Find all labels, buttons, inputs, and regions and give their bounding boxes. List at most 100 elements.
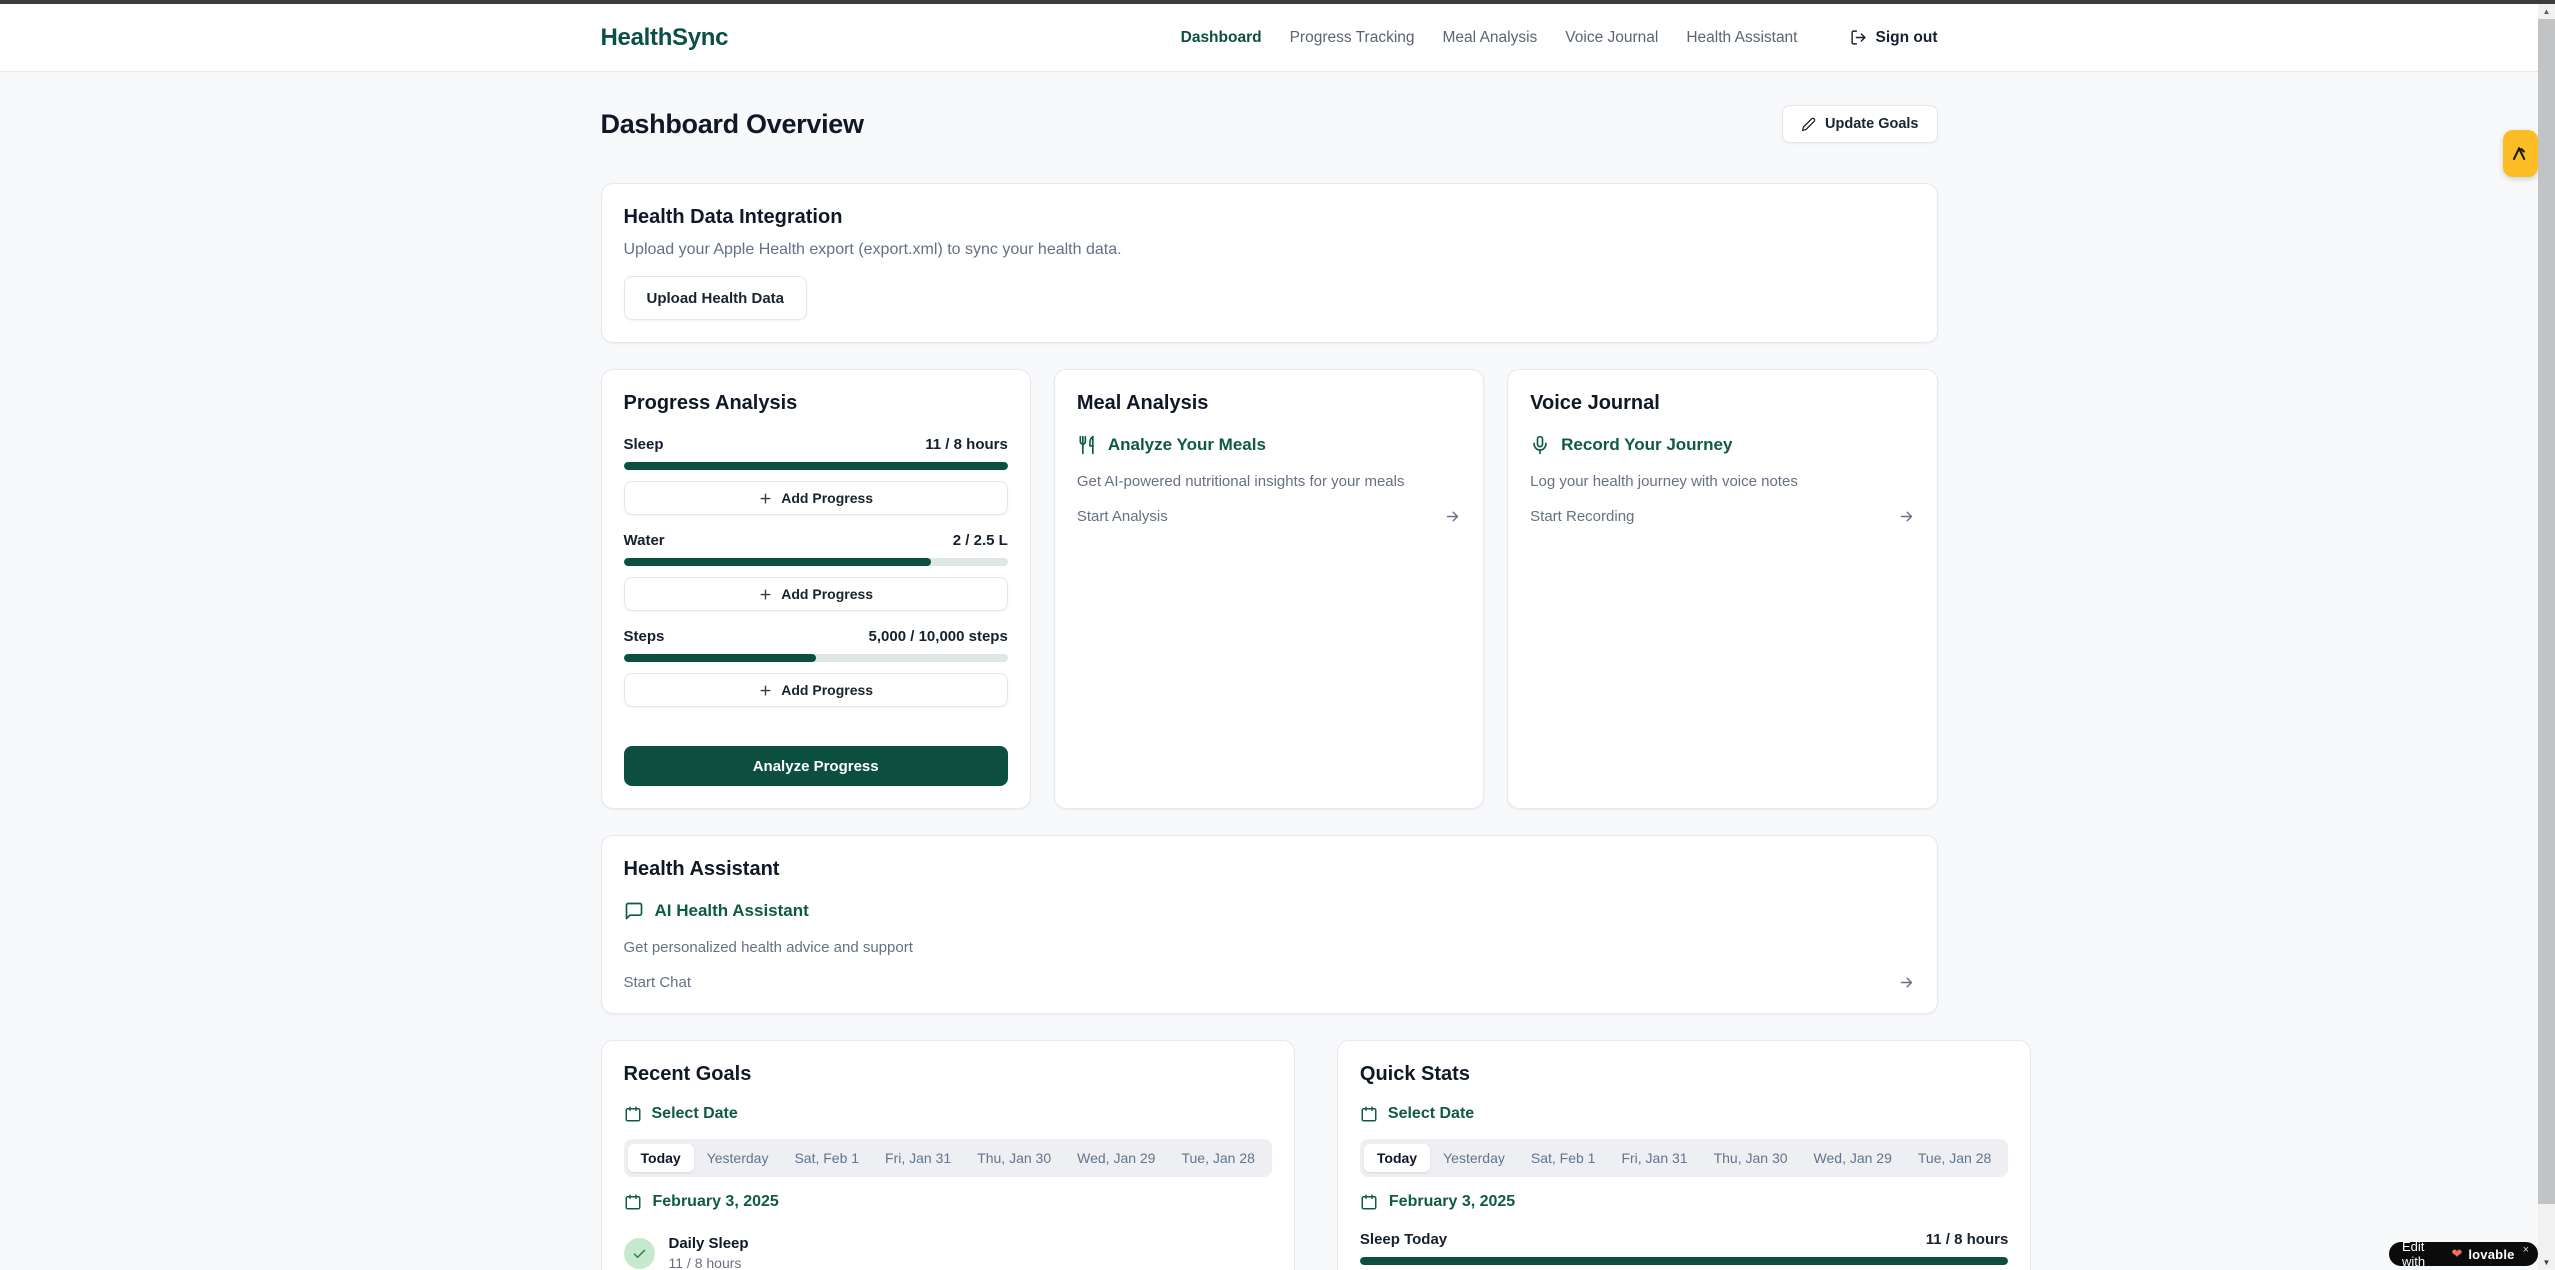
tab-yesterday[interactable]: Yesterday <box>694 1144 782 1172</box>
add-progress-steps-button[interactable]: Add Progress <box>624 673 1008 707</box>
nav-dashboard[interactable]: Dashboard <box>1181 29 1262 47</box>
tab-sat-feb-1[interactable]: Sat, Feb 1 <box>781 1144 872 1172</box>
integration-description: Upload your Apple Health export (export.… <box>624 241 1915 259</box>
progress-analysis-card: Progress Analysis Sleep 11 / 8 hours Add… <box>601 369 1031 809</box>
plus-icon <box>758 587 773 602</box>
metric-water: Water 2 / 2.5 L Add Progress <box>624 532 1008 611</box>
nav-meal-analysis[interactable]: Meal Analysis <box>1443 29 1538 47</box>
select-date-button[interactable]: Select Date <box>1360 1105 2008 1123</box>
calendar-icon <box>624 1193 642 1211</box>
tab-thu-jan-30[interactable]: Thu, Jan 30 <box>1701 1144 1801 1172</box>
add-progress-water-button[interactable]: Add Progress <box>624 577 1008 611</box>
meal-description: Get AI-powered nutritional insights for … <box>1077 473 1461 490</box>
lovable-fab-button[interactable] <box>2503 130 2538 177</box>
tab-tue-jan-28[interactable]: Tue, Jan 28 <box>1905 1144 2004 1172</box>
edit-with-lovable-badge[interactable]: Edit with ❤ lovable × <box>2389 1242 2538 1266</box>
plus-icon <box>758 683 773 698</box>
plus-icon <box>758 491 773 506</box>
progress-title: Progress Analysis <box>624 392 1008 415</box>
health-assistant-card: Health Assistant AI Health Assistant Get… <box>601 835 1938 1014</box>
main-content: Dashboard Overview Update Goals Health D… <box>601 72 1938 1270</box>
metric-sleep-today: Sleep Today 11 / 8 hours Add Progress <box>1360 1231 2008 1270</box>
add-progress-sleep-button[interactable]: Add Progress <box>624 481 1008 515</box>
calendar-icon <box>624 1105 642 1123</box>
voice-title: Voice Journal <box>1530 392 1914 415</box>
tab-fri-jan-31[interactable]: Fri, Jan 31 <box>1608 1144 1700 1172</box>
steps-progress-bar <box>624 654 1008 662</box>
check-circle-icon <box>624 1238 655 1269</box>
start-analysis-action[interactable]: Start Analysis <box>1077 508 1461 525</box>
sleep-progress-bar <box>624 462 1008 470</box>
selected-date[interactable]: February 3, 2025 <box>624 1193 1272 1211</box>
health-data-integration-card: Health Data Integration Upload your Appl… <box>601 183 1938 343</box>
start-recording-action[interactable]: Start Recording <box>1530 508 1914 525</box>
analyze-progress-button[interactable]: Analyze Progress <box>624 746 1008 786</box>
date-tabs: Today Yesterday Sat, Feb 1 Fri, Jan 31 T… <box>624 1139 1272 1177</box>
ai-health-assistant-link[interactable]: AI Health Assistant <box>624 901 1915 921</box>
heart-icon: ❤ <box>2451 1246 2462 1262</box>
sleep-today-progress-bar <box>1360 1257 2008 1265</box>
upload-health-data-button[interactable]: Upload Health Data <box>624 276 808 320</box>
start-chat-action[interactable]: Start Chat <box>624 974 1915 991</box>
metric-steps-value: 5,000 / 10,000 steps <box>869 628 1008 645</box>
tab-today[interactable]: Today <box>1364 1144 1430 1172</box>
sleep-today-label: Sleep Today <box>1360 1231 1447 1248</box>
recent-goals-card: Recent Goals Select Date Today Yesterday… <box>601 1040 1295 1270</box>
nav-voice-journal[interactable]: Voice Journal <box>1565 29 1658 47</box>
scroll-up-button[interactable]: ▲ <box>2538 4 2555 19</box>
top-navbar: HealthSync Dashboard Progress Tracking M… <box>0 4 2538 72</box>
metric-sleep-value: 11 / 8 hours <box>925 436 1008 453</box>
metric-water-label: Water <box>624 532 665 549</box>
selected-date[interactable]: February 3, 2025 <box>1360 1193 2008 1211</box>
integration-title: Health Data Integration <box>624 206 1915 229</box>
analyze-your-meals-link[interactable]: Analyze Your Meals <box>1077 435 1461 455</box>
arrow-right-icon <box>1444 508 1461 525</box>
badge-close-icon[interactable]: × <box>2523 1244 2529 1256</box>
water-progress-bar <box>624 558 1008 566</box>
tab-thu-jan-30[interactable]: Thu, Jan 30 <box>964 1144 1064 1172</box>
goal-item-daily-sleep: Daily Sleep 11 / 8 hours <box>624 1235 1272 1270</box>
page-title: Dashboard Overview <box>601 109 864 140</box>
window-top-edge <box>0 0 2555 4</box>
sleep-today-value: 11 / 8 hours <box>1926 1231 2009 1248</box>
tab-wed-jan-29[interactable]: Wed, Jan 29 <box>1801 1144 1905 1172</box>
goal-name: Daily Sleep <box>669 1235 749 1252</box>
date-tabs: Today Yesterday Sat, Feb 1 Fri, Jan 31 T… <box>1360 1139 2008 1177</box>
assistant-description: Get personalized health advice and suppo… <box>624 939 1915 956</box>
chat-bubble-icon <box>624 901 644 921</box>
lovable-logo-icon <box>2510 144 2532 163</box>
voice-description: Log your health journey with voice notes <box>1530 473 1914 490</box>
metric-sleep: Sleep 11 / 8 hours Add Progress <box>624 436 1008 515</box>
arrow-right-icon <box>1898 508 1915 525</box>
tab-tue-jan-28[interactable]: Tue, Jan 28 <box>1168 1144 1267 1172</box>
brand-logo[interactable]: HealthSync <box>601 24 729 52</box>
select-date-button[interactable]: Select Date <box>624 1105 1272 1123</box>
sign-out-button[interactable]: Sign out <box>1850 29 1938 47</box>
app-viewport: HealthSync Dashboard Progress Tracking M… <box>0 4 2538 1270</box>
quick-stats-title: Quick Stats <box>1360 1063 2008 1086</box>
metric-steps-label: Steps <box>624 628 665 645</box>
update-goals-label: Update Goals <box>1825 116 1918 132</box>
pencil-icon <box>1801 117 1816 132</box>
nav-progress-tracking[interactable]: Progress Tracking <box>1290 29 1415 47</box>
tab-fri-jan-31[interactable]: Fri, Jan 31 <box>872 1144 964 1172</box>
nav-health-assistant[interactable]: Health Assistant <box>1686 29 1797 47</box>
tab-sat-feb-1[interactable]: Sat, Feb 1 <box>1518 1144 1609 1172</box>
update-goals-button[interactable]: Update Goals <box>1782 105 1937 143</box>
record-your-journey-link[interactable]: Record Your Journey <box>1530 435 1914 455</box>
meal-title: Meal Analysis <box>1077 392 1461 415</box>
scrollbar-thumb[interactable] <box>2538 19 2555 1204</box>
tab-wed-jan-29[interactable]: Wed, Jan 29 <box>1064 1144 1168 1172</box>
tab-today[interactable]: Today <box>628 1144 694 1172</box>
tab-yesterday[interactable]: Yesterday <box>1430 1144 1518 1172</box>
recent-goals-title: Recent Goals <box>624 1063 1272 1086</box>
sign-out-icon <box>1850 29 1867 46</box>
scroll-down-button[interactable]: ▼ <box>2538 1255 2555 1270</box>
metric-sleep-label: Sleep <box>624 436 664 453</box>
vertical-scrollbar[interactable]: ▲ ▼ <box>2538 4 2555 1270</box>
primary-nav: Dashboard Progress Tracking Meal Analysi… <box>1181 29 1938 47</box>
goal-value: 11 / 8 hours <box>669 1255 749 1270</box>
sign-out-label: Sign out <box>1876 29 1938 47</box>
voice-journal-card: Voice Journal Record Your Journey Log yo… <box>1507 369 1937 809</box>
meal-analysis-card: Meal Analysis Analyze Your Meals Get AI-… <box>1054 369 1484 809</box>
